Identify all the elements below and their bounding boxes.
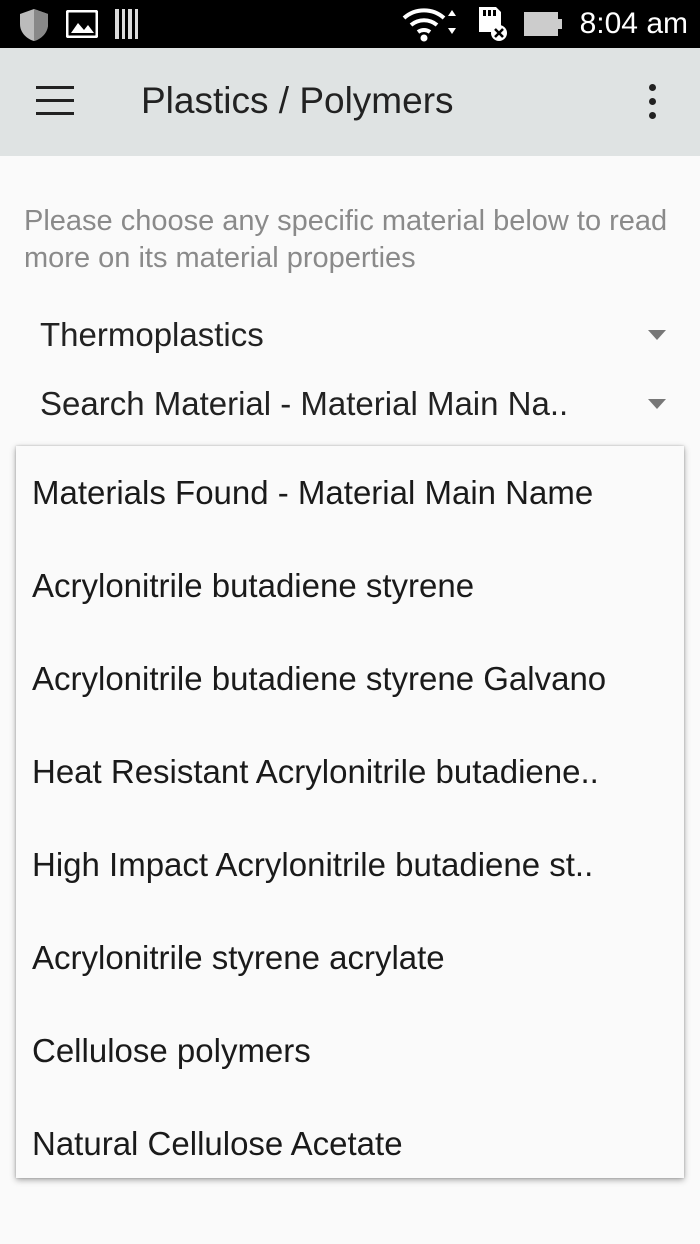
- intro-text: Please choose any specific material belo…: [24, 205, 668, 274]
- battery-icon: [524, 12, 562, 36]
- page-title: Plastics / Polymers: [141, 80, 454, 121]
- dropdown-item-label: Cellulose polymers: [32, 1032, 311, 1069]
- dropdown-item-label: Acrylonitrile butadiene styrene Galvano: [32, 660, 607, 697]
- dropdown-item[interactable]: Acrylonitrile styrene acrylate: [16, 911, 684, 1004]
- image-icon: [66, 10, 98, 38]
- dropdown-item[interactable]: Acrylonitrile butadiene styrene Galvano: [16, 632, 684, 725]
- dropdown-item-label: High Impact Acrylonitrile butadiene st..: [32, 846, 594, 883]
- dropdown-item[interactable]: High Impact Acrylonitrile butadiene st..: [16, 818, 684, 911]
- dropdown-arrow-icon: [648, 330, 666, 340]
- category-spinner[interactable]: Thermoplastics: [40, 310, 680, 360]
- sd-card-icon: [479, 7, 507, 41]
- dropdown-item-label: Heat Resistant Acrylonitrile butadiene..: [32, 753, 599, 790]
- search-spinner-value: Search Material - Material Main Na..: [40, 385, 569, 422]
- status-bar: 8:04 am: [0, 0, 700, 48]
- dropdown-item-label: Natural Cellulose Acetate: [32, 1125, 403, 1162]
- dropdown-item[interactable]: Acrylonitrile butadiene styrene: [16, 539, 684, 632]
- category-spinner-value: Thermoplastics: [40, 316, 264, 353]
- dropdown-item[interactable]: Cellulose polymers: [16, 1004, 684, 1097]
- dropdown-item-label: Acrylonitrile butadiene styrene: [32, 567, 475, 604]
- dropdown-item-label: Materials Found - Material Main Name: [32, 474, 594, 511]
- wifi-icon: [402, 8, 456, 42]
- dropdown-item[interactable]: Natural Cellulose Acetate: [16, 1097, 684, 1190]
- material-dropdown-list: Materials Found - Material Main Name Acr…: [16, 446, 684, 1178]
- more-vertical-icon[interactable]: [640, 82, 666, 122]
- search-material-spinner[interactable]: Search Material - Material Main Na..: [40, 379, 680, 429]
- dropdown-item-label: Acrylonitrile styrene acrylate: [32, 939, 445, 976]
- shield-icon: [20, 9, 48, 41]
- barcode-icon: [115, 9, 138, 39]
- hamburger-menu-icon[interactable]: [36, 86, 74, 116]
- dropdown-arrow-icon: [648, 399, 666, 409]
- dropdown-item[interactable]: Heat Resistant Acrylonitrile butadiene..: [16, 725, 684, 818]
- status-time: 8:04 am: [579, 7, 688, 40]
- app-bar: Plastics / Polymers: [0, 48, 700, 156]
- dropdown-item[interactable]: Materials Found - Material Main Name: [16, 446, 684, 539]
